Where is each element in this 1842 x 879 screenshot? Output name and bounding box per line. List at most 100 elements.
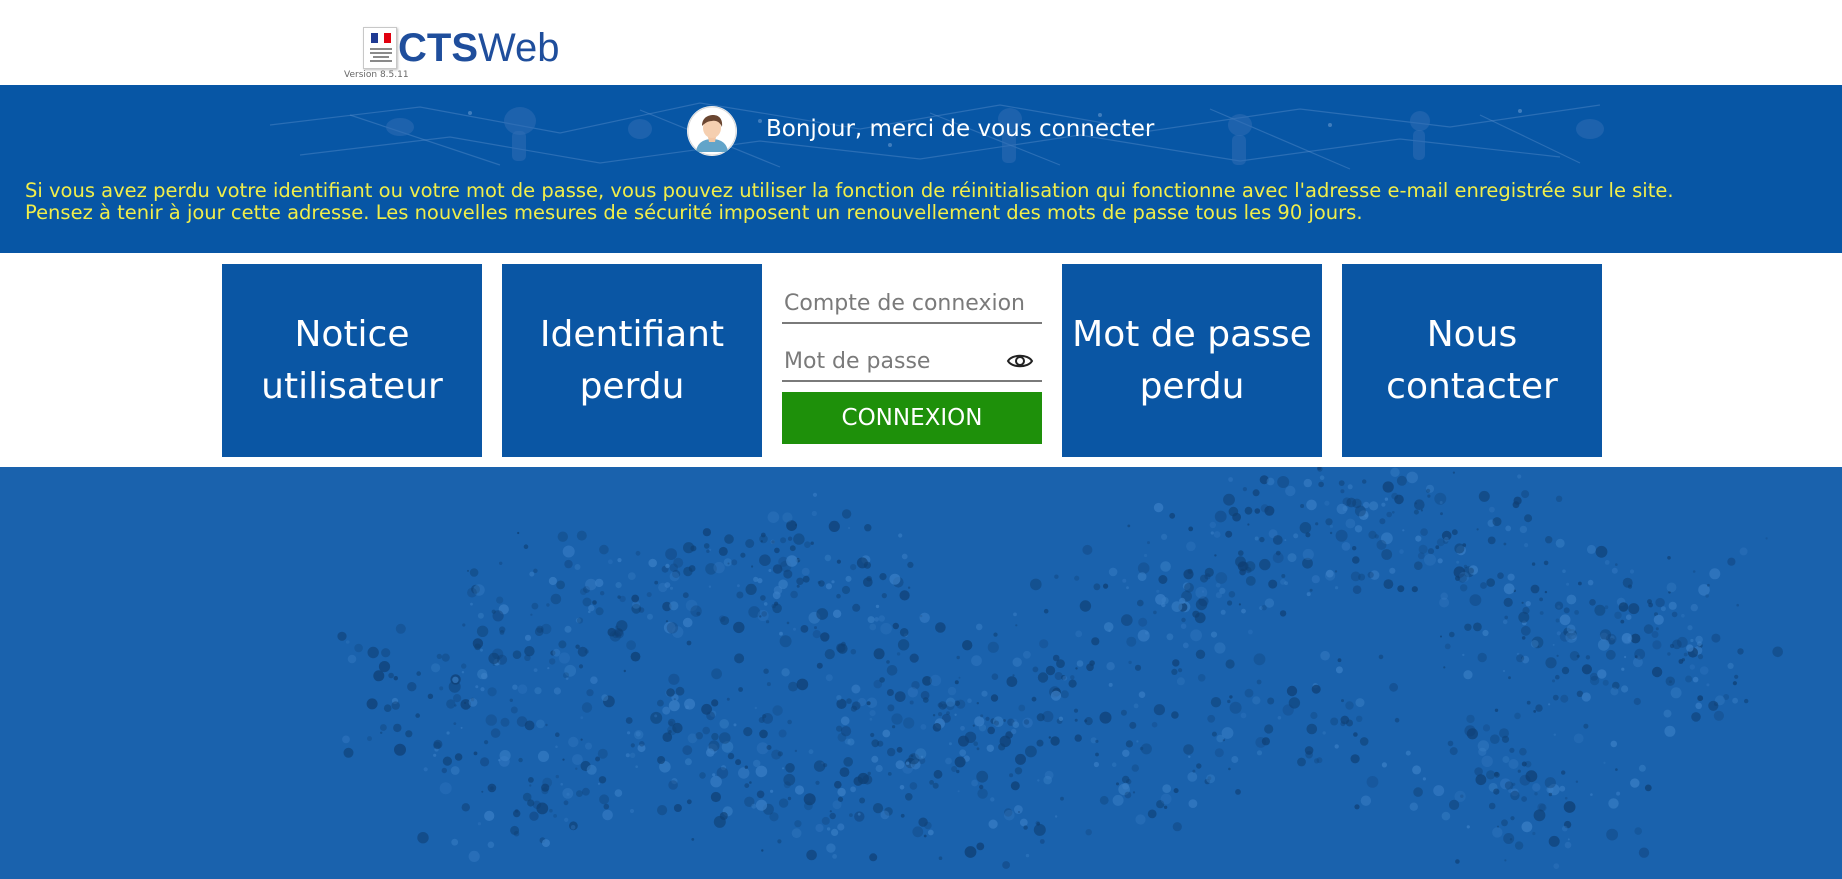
bubble (1545, 657, 1557, 669)
bubble (1300, 504, 1305, 508)
bubble (1012, 657, 1022, 667)
bubble (1187, 772, 1198, 782)
bubble (1009, 773, 1014, 778)
bubble (1254, 536, 1259, 541)
bubble (1521, 796, 1527, 802)
bubble (461, 663, 467, 669)
bubble (987, 641, 999, 653)
bubble (1436, 538, 1445, 547)
bubble (1068, 679, 1077, 688)
eye-icon[interactable] (1006, 352, 1034, 370)
bubble (712, 773, 716, 777)
bubble (1228, 506, 1239, 517)
bubble (1210, 531, 1214, 535)
bubble (648, 558, 657, 568)
bubble (1391, 492, 1399, 500)
bubble (439, 782, 452, 795)
bubble (1530, 584, 1540, 594)
bubble (1284, 539, 1287, 542)
bubble (718, 546, 728, 556)
bubble (1014, 767, 1023, 775)
bubble (608, 559, 613, 565)
bubble (373, 670, 385, 682)
bubble (513, 830, 520, 837)
bubble (524, 634, 532, 641)
bubble (564, 817, 569, 822)
bubble (920, 724, 927, 730)
bubble (829, 812, 836, 820)
bubble (1060, 796, 1064, 801)
bubble (932, 714, 936, 717)
bubble (564, 625, 572, 633)
lost-identifier-label: Identifiant perdu (539, 313, 725, 407)
bubble (828, 520, 840, 532)
bubble (1196, 763, 1202, 769)
bubble (958, 735, 969, 747)
bubble (840, 716, 850, 726)
bubble (1210, 631, 1218, 638)
bubble (575, 644, 580, 649)
lost-password-button[interactable]: Mot de passe perdu (1062, 264, 1322, 457)
contact-us-label: Nous contacter (1386, 313, 1558, 407)
bubble (1180, 623, 1187, 629)
bubble (1548, 792, 1553, 797)
bubble (815, 780, 820, 785)
bubble (915, 748, 927, 760)
bubble (829, 810, 832, 813)
bubble (960, 725, 965, 731)
bubble (1169, 512, 1176, 519)
bubble (1052, 654, 1060, 662)
bubble (1070, 675, 1075, 680)
bubble (586, 764, 597, 775)
account-input[interactable] (782, 274, 1042, 322)
bubble (720, 616, 730, 626)
bubble (727, 562, 730, 565)
bubble (1389, 567, 1396, 574)
bubble (512, 650, 522, 659)
bubble (754, 706, 757, 710)
bubble (1521, 601, 1524, 604)
bubble (690, 545, 697, 552)
sports-banner-illustration (0, 85, 1842, 253)
bubble (875, 604, 880, 609)
bubble (473, 751, 478, 756)
bubble (1338, 480, 1345, 486)
bubble (814, 626, 817, 630)
login-form: CONNEXION (782, 264, 1042, 457)
bubble (1447, 740, 1454, 747)
bubble (740, 552, 746, 558)
bubble (1095, 752, 1099, 757)
bubble (751, 803, 757, 809)
bubble (1317, 467, 1323, 472)
bubble (1244, 688, 1254, 698)
bubble (1638, 764, 1646, 772)
user-guide-button[interactable]: Notice utilisateur (222, 264, 482, 457)
bubble (433, 753, 437, 757)
bubble (1683, 652, 1688, 657)
bubble (919, 612, 930, 623)
bubble (499, 626, 506, 633)
bubble (810, 541, 814, 545)
bubble (1247, 523, 1250, 526)
password-input[interactable] (782, 332, 1042, 380)
bubble (1444, 643, 1451, 650)
bubble (737, 584, 740, 588)
bubble (735, 759, 742, 766)
bubble (1023, 825, 1028, 830)
bubble (1050, 690, 1062, 701)
bubble (1390, 467, 1400, 477)
connect-button[interactable]: CONNEXION (782, 392, 1042, 444)
lost-identifier-button[interactable]: Identifiant perdu (502, 264, 762, 457)
bubble (1615, 768, 1618, 771)
bubble (1248, 629, 1253, 635)
bubble (627, 731, 631, 735)
bubble (873, 679, 883, 689)
bubble (1192, 610, 1200, 618)
bubble (866, 701, 871, 706)
bubble (1660, 606, 1666, 612)
bubble (562, 545, 575, 558)
bubble (782, 512, 793, 523)
bubble (1329, 524, 1333, 528)
contact-us-button[interactable]: Nous contacter (1342, 264, 1602, 457)
bubble (789, 545, 796, 552)
